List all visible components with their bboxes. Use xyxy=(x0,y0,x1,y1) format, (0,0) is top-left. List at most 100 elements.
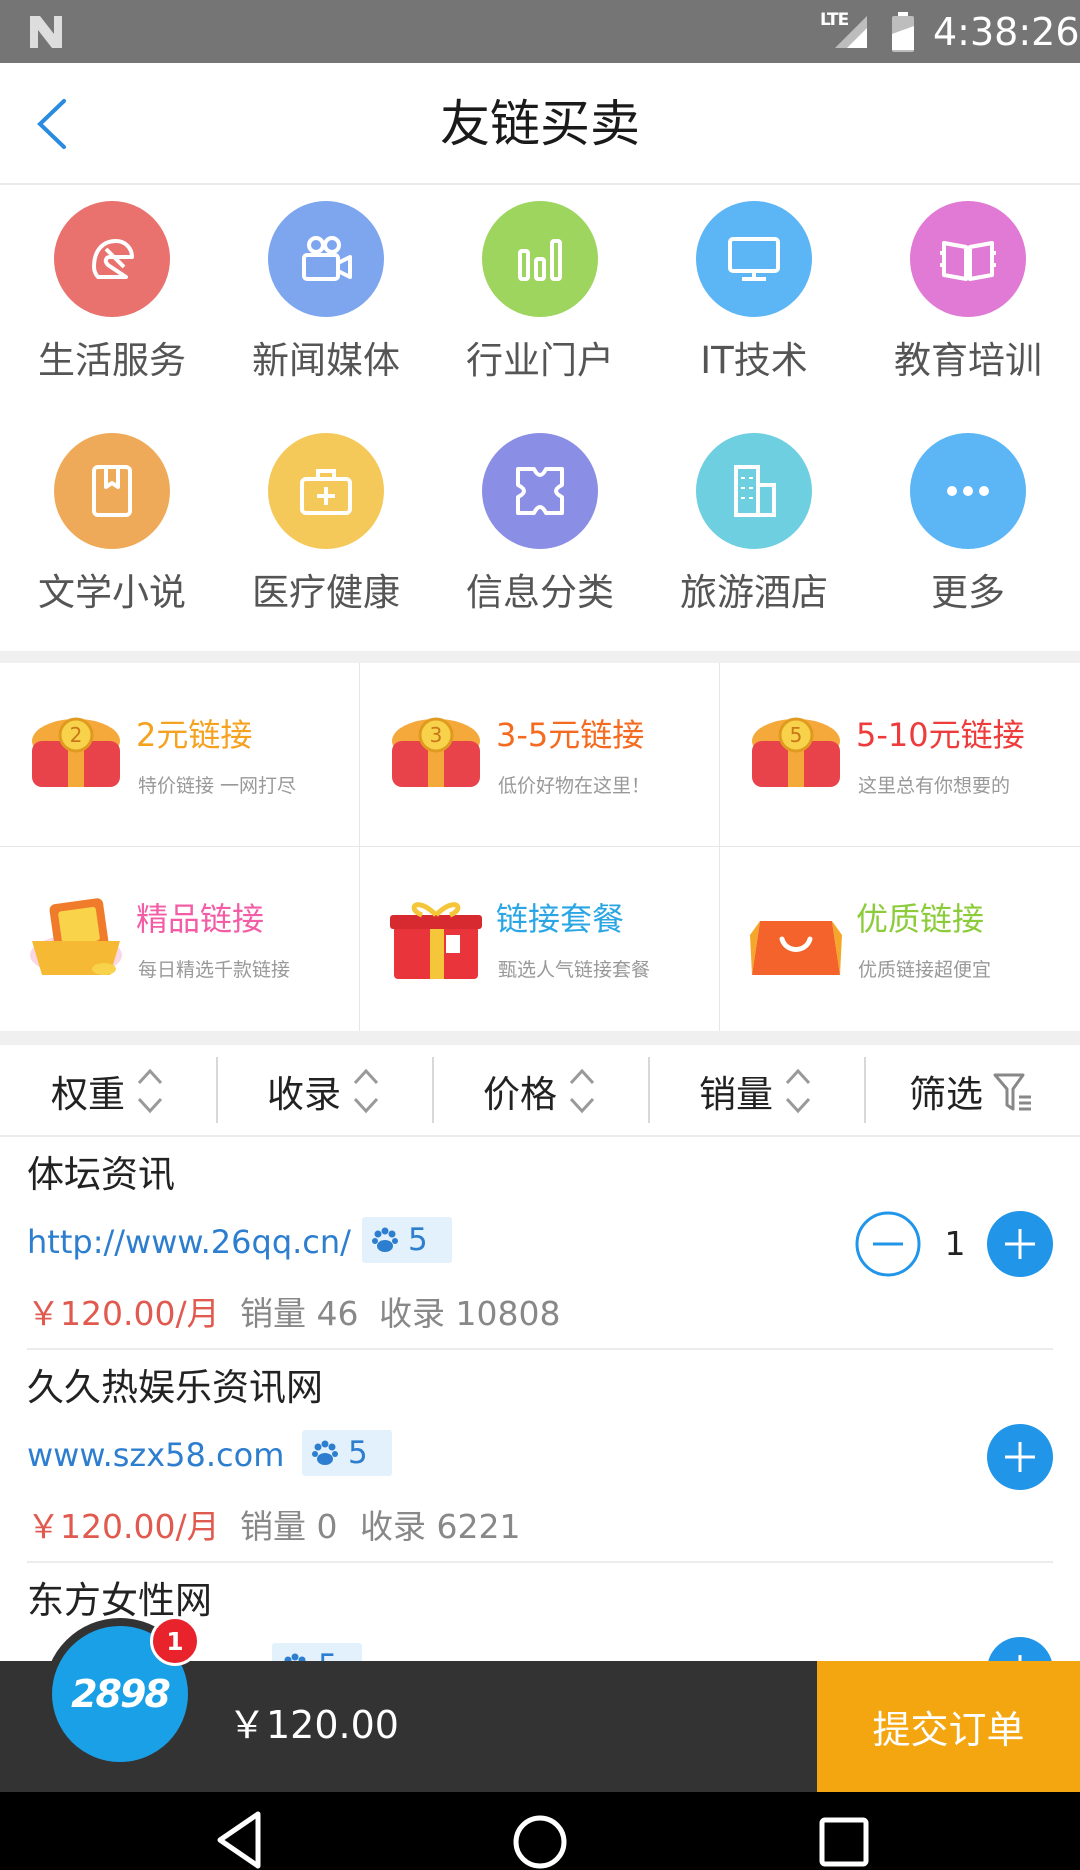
clock: 4:38:26 xyxy=(933,10,1080,54)
bar-chart-icon xyxy=(482,201,598,317)
svg-text:3: 3 xyxy=(430,723,443,747)
category-life-service[interactable]: 生活服务 xyxy=(4,187,220,419)
cart-total: ￥120.00 xyxy=(228,1703,399,1747)
sort-weight[interactable]: 权重 xyxy=(0,1045,216,1137)
promo-title: 3-5元链接 xyxy=(496,716,645,754)
classify-icon xyxy=(482,433,598,549)
sort-arrows-icon xyxy=(137,1068,163,1114)
medical-kit-icon xyxy=(268,433,384,549)
price: ￥120.00/月 xyxy=(27,1294,220,1333)
filter-label: 筛选 xyxy=(909,1073,983,1116)
category-news-media[interactable]: 新闻媒体 xyxy=(218,187,434,419)
category-education[interactable]: 教育培训 xyxy=(860,187,1076,419)
promo-5-10-yuan[interactable]: 5 5-10元链接 这里总有你想要的 xyxy=(720,663,1080,847)
promo-subtitle: 每日精选千款链接 xyxy=(138,959,291,981)
filter-button[interactable]: 筛选 xyxy=(864,1045,1080,1137)
promo-quality[interactable]: 优质链接 优质链接超便宜 xyxy=(720,847,1080,1031)
signal-icon xyxy=(835,16,867,48)
status-bar: LTE 4:38:26 xyxy=(0,0,1080,63)
category-label: 新闻媒体 xyxy=(252,339,400,382)
category-it-tech[interactable]: IT技术 xyxy=(646,187,862,419)
site-url[interactable]: www.szx58.com xyxy=(27,1435,284,1475)
site-name: 体坛资讯 xyxy=(27,1153,175,1196)
promo-title: 5-10元链接 xyxy=(856,716,1025,754)
category-label: 信息分类 xyxy=(466,571,614,614)
indexed-count: 收录 10808 xyxy=(379,1294,561,1333)
page-title: 友链买卖 xyxy=(440,95,640,153)
premium-basket-icon xyxy=(30,898,122,975)
weight-value: 5 xyxy=(318,1648,338,1661)
promo-subtitle: 这里总有你想要的 xyxy=(858,775,1011,797)
category-label: 旅游酒店 xyxy=(680,571,828,614)
sort-arrows-icon xyxy=(569,1068,595,1114)
paw-icon xyxy=(312,1440,338,1465)
category-literature[interactable]: 文学小说 xyxy=(4,419,220,651)
battery-icon xyxy=(892,12,914,52)
sort-label: 价格 xyxy=(483,1073,557,1116)
category-label: 更多 xyxy=(931,571,1005,614)
category-medical[interactable]: 医疗健康 xyxy=(218,419,434,651)
promo-premium[interactable]: 精品链接 每日精选千款链接 xyxy=(0,847,360,1031)
notification-n-icon xyxy=(30,16,62,48)
sort-sales[interactable]: 销量 xyxy=(648,1045,864,1137)
weight-value: 5 xyxy=(408,1222,428,1258)
promo-subtitle: 低价好物在这里！ xyxy=(498,775,651,797)
gift-box-icon xyxy=(390,902,482,979)
video-camera-icon xyxy=(268,201,384,317)
category-label: 行业门户 xyxy=(466,339,614,382)
category-more[interactable]: 更多 xyxy=(860,419,1076,651)
hotel-building-icon xyxy=(696,433,812,549)
paw-icon xyxy=(372,1227,398,1252)
category-industry-portal[interactable]: 行业门户 xyxy=(432,187,648,419)
more-dots-icon xyxy=(910,433,1026,549)
weight-badge: 5 xyxy=(272,1643,362,1661)
sort-label: 销量 xyxy=(699,1073,773,1116)
sort-bar: 权重 收录 价格 销量 筛选 xyxy=(0,1045,1080,1137)
category-travel-hotel[interactable]: 旅游酒店 xyxy=(646,419,862,651)
link-list: 体坛资讯 http://www.26qq.cn/ 5 ￥120.00/月 销量 … xyxy=(0,1137,1080,1661)
sort-label: 收录 xyxy=(267,1073,341,1116)
shopping-bag-icon xyxy=(750,921,842,975)
section-divider xyxy=(0,1031,1080,1045)
promo-title: 优质链接 xyxy=(856,900,985,938)
filter-funnel-icon xyxy=(993,1073,1031,1111)
category-label: IT技术 xyxy=(700,339,808,382)
weight-badge: 5 xyxy=(302,1430,392,1476)
sort-indexed[interactable]: 收录 xyxy=(216,1045,432,1137)
open-book-icon xyxy=(910,201,1026,317)
promo-2-yuan[interactable]: 2 2元链接 特价链接 一网打尽 xyxy=(0,663,360,847)
promo-package[interactable]: 链接套餐 甄选人气链接套餐 xyxy=(360,847,720,1031)
category-grid: 生活服务 新闻媒体 行业门户 IT技术 教育培训 文学小说 医疗健康 信息分类 … xyxy=(0,187,1080,649)
increase-quantity-button[interactable] xyxy=(987,1211,1053,1277)
category-label: 教育培训 xyxy=(894,339,1042,382)
sort-price[interactable]: 价格 xyxy=(432,1045,648,1137)
svg-text:5: 5 xyxy=(790,723,803,747)
sort-arrows-icon xyxy=(785,1068,811,1114)
increase-quantity-button[interactable] xyxy=(987,1637,1053,1661)
nav-recents-icon[interactable] xyxy=(814,1808,874,1870)
weight-value: 5 xyxy=(348,1435,368,1471)
nav-back-icon[interactable] xyxy=(210,1808,270,1870)
site-url[interactable]: http://www.26qq.cn/ xyxy=(27,1222,351,1262)
decrease-quantity-button[interactable] xyxy=(855,1211,921,1277)
submit-order-button[interactable]: 提交订单 xyxy=(817,1661,1080,1792)
promo-title: 精品链接 xyxy=(136,900,265,938)
book-icon xyxy=(54,433,170,549)
life-service-icon xyxy=(54,201,170,317)
nav-home-icon[interactable] xyxy=(510,1808,570,1870)
list-item[interactable]: 久久热娱乐资讯网 www.szx58.com 5 ￥120.00/月 销量 0 … xyxy=(0,1350,1080,1563)
site-name: 久久热娱乐资讯网 xyxy=(27,1366,323,1409)
svg-text:2: 2 xyxy=(70,723,83,747)
cart-count-badge: 1 xyxy=(150,1616,200,1666)
system-nav-bar xyxy=(0,1792,1080,1870)
category-label: 文学小说 xyxy=(38,571,186,614)
category-label: 生活服务 xyxy=(38,339,186,382)
header-bar: 友链买卖 xyxy=(0,63,1080,185)
monitor-icon xyxy=(696,201,812,317)
list-item[interactable]: 体坛资讯 http://www.26qq.cn/ 5 ￥120.00/月 销量 … xyxy=(0,1137,1080,1350)
promo-3-5-yuan[interactable]: 3 3-5元链接 低价好物在这里！ xyxy=(360,663,720,847)
category-info-classify[interactable]: 信息分类 xyxy=(432,419,648,651)
promo-subtitle: 优质链接超便宜 xyxy=(858,959,992,981)
increase-quantity-button[interactable] xyxy=(987,1424,1053,1490)
price: ￥120.00/月 xyxy=(27,1507,220,1546)
